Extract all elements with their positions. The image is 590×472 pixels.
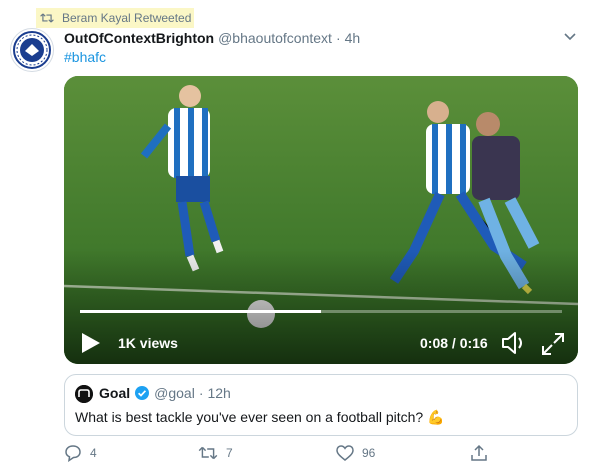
goal-logo (75, 385, 93, 403)
play-button[interactable] (80, 331, 102, 355)
share-icon (471, 444, 487, 461)
tweet-timestamp[interactable]: 4h (345, 30, 361, 46)
tweet-header: OutOfContextBrighton @bhaoutofcontext · … (64, 28, 360, 48)
retweet-button[interactable]: 7 (198, 443, 233, 463)
quoted-tweet-text: What is best tackle you've ever seen on … (75, 409, 424, 425)
avatar[interactable] (10, 28, 54, 72)
retweet-icon (40, 13, 54, 23)
quoted-timestamp[interactable]: 12h (207, 385, 230, 401)
fullscreen-button[interactable] (540, 331, 566, 357)
retweet-context-label: Beram Kayal Retweeted (62, 11, 192, 25)
retweet-context[interactable]: Beram Kayal Retweeted (36, 8, 194, 28)
quoted-tweet-header: Goal @goal · 12h (99, 385, 231, 401)
club-crest-logo (13, 31, 51, 69)
volume-button[interactable] (500, 330, 528, 356)
share-button[interactable] (470, 443, 488, 463)
view-count: 1K views (118, 335, 178, 351)
display-name[interactable]: OutOfContextBrighton (64, 30, 214, 46)
quoted-user-handle[interactable]: @goal (154, 385, 195, 401)
like-count: 96 (362, 446, 376, 460)
heart-icon (336, 445, 354, 461)
quoted-separator-dot: · (198, 385, 204, 401)
video-player[interactable]: 1K views 0:08 / 0:16 (64, 76, 578, 364)
flexed-biceps-emoji: 💪 (427, 409, 445, 425)
more-options-chevron-icon[interactable] (562, 29, 578, 45)
quoted-tweet[interactable]: Goal @goal · 12h What is best tackle you… (64, 374, 578, 436)
video-progress-bar[interactable] (80, 310, 562, 313)
retweet-count: 7 (226, 446, 233, 460)
quoted-display-name[interactable]: Goal (99, 385, 130, 401)
play-icon (82, 333, 100, 353)
fullscreen-icon (542, 333, 564, 355)
like-button[interactable]: 96 (336, 443, 375, 463)
quoted-avatar[interactable] (75, 385, 93, 403)
volume-icon (502, 332, 522, 354)
user-handle[interactable]: @bhaoutofcontext (218, 30, 332, 46)
reply-icon (65, 445, 81, 462)
tweet-text-hashtag[interactable]: #bhafc (64, 49, 106, 65)
reply-count: 4 (90, 446, 97, 460)
reply-button[interactable]: 4 (64, 443, 97, 463)
retweet-action-icon (198, 446, 218, 460)
quoted-tweet-text-row: What is best tackle you've ever seen on … (75, 409, 445, 426)
verified-badge-icon (135, 386, 150, 400)
video-progress-fill (80, 310, 321, 313)
video-frame-image (64, 76, 578, 364)
video-timecode: 0:08 / 0:16 (420, 335, 488, 351)
separator-dot: · (335, 30, 341, 46)
